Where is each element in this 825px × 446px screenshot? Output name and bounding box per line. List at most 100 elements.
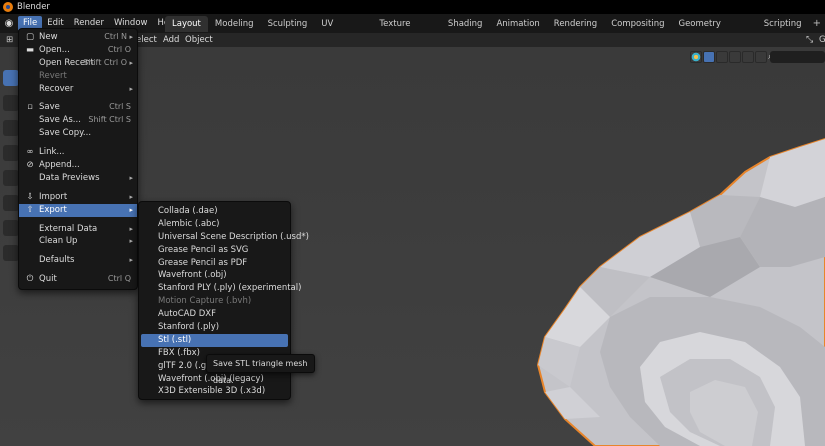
file-menu-item-recover[interactable]: Recover ▸ — [19, 83, 137, 96]
file-menu-item-quit[interactable]: ⏻ Quit Ctrl Q — [19, 273, 137, 286]
menu-item-label: Defaults — [39, 255, 75, 266]
menu-item-label: Save Copy... — [39, 128, 92, 139]
transform-tool-icon[interactable] — [3, 195, 19, 211]
file-menu-item-link[interactable]: ∞ Link... — [19, 146, 137, 159]
material-preview-icon[interactable] — [729, 51, 741, 63]
export-item-wavefront-obj[interactable]: Wavefront (.obj) — [139, 269, 290, 282]
transform-icon[interactable]: ⤡ — [806, 35, 813, 45]
export-item-stanford-ply-ply-experimental[interactable]: Stanford PLY (.ply) (experimental) — [139, 282, 301, 295]
tooltip: Save STL triangle mesh data. — [206, 354, 315, 385]
workspace-tabs: Layout Modeling Sculpting UV Editing Tex… — [165, 16, 825, 45]
menu-select[interactable]: elect — [136, 33, 157, 47]
solid-shading-icon[interactable] — [716, 51, 728, 63]
folder-icon: ▬ — [25, 44, 35, 55]
menu-item-shortcut: Ctrl O — [107, 44, 131, 54]
file-menu-item-defaults[interactable]: Defaults ▸ — [19, 254, 137, 267]
annotate-tool-icon[interactable] — [3, 220, 19, 236]
file-menu-item-external-data[interactable]: External Data ▸ — [19, 223, 137, 236]
scale-tool-icon[interactable] — [3, 170, 19, 186]
file-menu-item-save-copy[interactable]: Save Copy... — [19, 127, 137, 140]
export-item-stanford-ply[interactable]: Stanford (.ply) — [139, 321, 290, 334]
rendered-shading-icon[interactable] — [742, 51, 754, 63]
file-menu-item-export[interactable]: ⇧ Export ▸ — [19, 203, 137, 217]
blender-logo-icon — [3, 2, 13, 12]
tab-animation[interactable]: Animation — [489, 16, 546, 32]
export-item-collada-dae[interactable]: Collada (.dae) — [139, 205, 290, 218]
file-menu-item-new[interactable]: ▢ New Ctrl N ▸ — [19, 31, 137, 44]
gizmo-icon[interactable] — [690, 51, 702, 63]
shading-buttons — [690, 51, 767, 63]
menu-item-label: Save — [39, 102, 60, 113]
menu-item-label: Open... — [39, 44, 70, 55]
rotate-tool-icon[interactable] — [3, 145, 19, 161]
file-menu-item-save[interactable]: ▫ Save Ctrl S — [19, 101, 137, 114]
export-item-universal-scene-description-usd[interactable]: Universal Scene Description (.usd*) — [139, 231, 309, 244]
menu-item-label: Data Previews — [39, 172, 100, 183]
menu-item-label: External Data — [39, 223, 98, 234]
export-icon: ⇧ — [26, 204, 34, 215]
export-item-stl-stl[interactable]: Stl (.stl) — [141, 333, 288, 347]
file-menu-item-append[interactable]: ⊘ Append... — [19, 159, 137, 172]
menu-item-shortcut: Shift Ctrl S — [88, 115, 131, 125]
power-icon: ⏻ — [26, 274, 34, 285]
measure-tool-icon[interactable] — [3, 245, 19, 261]
tool-shelf — [3, 70, 19, 270]
tab-scripting[interactable]: Scripting — [757, 16, 809, 32]
submenu-arrow-icon: ▸ — [129, 33, 133, 41]
menu-item-label: Save As... — [39, 115, 81, 126]
window-title: Blender — [17, 2, 50, 12]
select-tool-icon[interactable] — [3, 70, 19, 86]
file-menu-item-clean-up[interactable]: Clean Up ▸ — [19, 235, 137, 248]
submenu-arrow-icon: ▸ — [129, 205, 133, 214]
file-menu-item-import[interactable]: ⇩ Import ▸ — [19, 191, 137, 204]
export-item-motion-capture-bvh: Motion Capture (.bvh) — [158, 296, 252, 307]
tab-shading[interactable]: Shading — [441, 16, 490, 32]
menu-item-label: Export — [39, 204, 67, 215]
tab-geometry-nodes[interactable]: Geometry Nodes — [671, 16, 756, 45]
menu-item-shortcut: Ctrl Q — [107, 274, 131, 284]
tab-modeling[interactable]: Modeling — [208, 16, 261, 32]
menu-item-label: Recover — [39, 83, 74, 94]
file-menu-item-open[interactable]: ▬ Open... Ctrl O — [19, 44, 137, 57]
tab-sculpting[interactable]: Sculpting — [261, 16, 315, 32]
menu-item-label: New — [39, 32, 58, 42]
append-icon: ⊘ — [26, 160, 34, 171]
tab-rendering[interactable]: Rendering — [547, 16, 604, 32]
submenu-arrow-icon: ▸ — [129, 173, 133, 182]
search-input[interactable] — [770, 51, 825, 63]
menu-item-label: Revert — [39, 70, 67, 81]
submenu-arrow-icon: ▸ — [129, 84, 133, 93]
file-menu-item-data-previews[interactable]: Data Previews ▸ — [19, 172, 137, 185]
tab-layout[interactable]: Layout — [165, 16, 208, 32]
menu-item-shortcut: Ctrl S — [109, 102, 131, 112]
link-icon: ∞ — [26, 147, 34, 158]
menu-item-label: Link... — [39, 147, 65, 158]
move-tool-icon[interactable] — [3, 120, 19, 136]
export-item-grease-pencil-as-pdf[interactable]: Grease Pencil as PDF — [139, 257, 290, 270]
menu-item-label: Append... — [39, 160, 80, 171]
submenu-arrow-icon: ▸ — [129, 192, 133, 201]
export-item-alembic-abc[interactable]: Alembic (.abc) — [139, 218, 290, 231]
export-item-grease-pencil-as-svg[interactable]: Grease Pencil as SVG — [139, 244, 290, 257]
global-orientation-label[interactable]: G — [819, 35, 825, 45]
add-workspace-button[interactable]: + — [809, 16, 825, 32]
window-title-bar: Blender — [0, 0, 825, 14]
tab-texture-paint[interactable]: Texture Paint — [372, 16, 441, 45]
overlay-icon[interactable] — [755, 51, 767, 63]
submenu-arrow-icon: ▸ — [129, 256, 133, 265]
tab-compositing[interactable]: Compositing — [604, 16, 671, 32]
blender-menu-icon[interactable]: ◉ — [0, 14, 18, 33]
menu-item-shortcut: Shift Ctrl O — [83, 57, 127, 67]
file-menu-item-open-recent[interactable]: Open Recent Shift Ctrl O ▸ — [19, 57, 137, 70]
file-menu-item-save-as[interactable]: Save As... Shift Ctrl S — [19, 114, 137, 127]
wireframe-toggle-icon[interactable] — [703, 51, 715, 63]
editor-type-icon[interactable]: ⊞ — [6, 33, 13, 47]
cursor-tool-icon[interactable] — [3, 95, 19, 111]
menu-object[interactable]: Object — [185, 33, 213, 47]
tab-uv-editing[interactable]: UV Editing — [314, 16, 372, 45]
menu-add[interactable]: Add — [163, 33, 179, 47]
import-icon: ⇩ — [26, 191, 34, 202]
export-item-autocad-dxf[interactable]: AutoCAD DXF — [139, 308, 290, 321]
submenu-arrow-icon: ▸ — [129, 237, 133, 246]
submenu-arrow-icon: ▸ — [129, 224, 133, 233]
